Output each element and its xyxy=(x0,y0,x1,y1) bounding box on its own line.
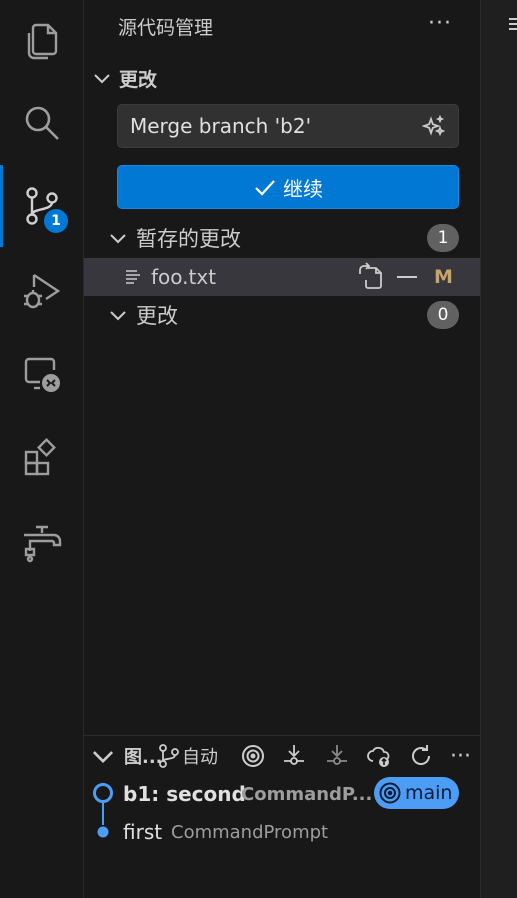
continue-label: 继续 xyxy=(283,176,323,201)
list-icon xyxy=(509,18,517,34)
staged-changes-group[interactable]: 暂存的更改 1 xyxy=(84,219,480,257)
text-file-icon xyxy=(126,270,140,284)
auto-label: 自动 xyxy=(182,747,218,768)
continue-button[interactable]: 继续 xyxy=(117,165,459,209)
branch-pill[interactable]: main xyxy=(374,777,459,809)
run-debug-icon xyxy=(23,274,60,309)
open-file-icon[interactable] xyxy=(356,262,386,292)
target-icon xyxy=(379,782,401,804)
graph-collapse-toggle[interactable]: 图... xyxy=(90,742,163,770)
commit-title: b1: second xyxy=(123,782,246,806)
source-control-badge: 1 xyxy=(42,207,70,235)
graph-push-button[interactable] xyxy=(366,742,392,770)
more-actions-button[interactable]: ··· xyxy=(426,13,454,42)
commit-title: first xyxy=(123,820,163,844)
commit-message-input[interactable]: Merge branch 'b2' xyxy=(117,104,459,148)
cloud-upload-icon xyxy=(367,746,390,767)
graph-fetch-button[interactable] xyxy=(281,742,307,770)
changes-label: 更改 xyxy=(136,304,178,328)
check-icon xyxy=(255,180,275,196)
panel-title: 源代码管理 xyxy=(118,17,214,39)
commit-message-text: Merge branch 'b2' xyxy=(130,114,312,138)
chevron-down-icon xyxy=(94,74,110,84)
branch-name: main xyxy=(405,782,453,804)
graph-refresh-button[interactable] xyxy=(408,742,434,770)
commit-author: CommandP... xyxy=(241,784,373,805)
activity-remote-explorer[interactable] xyxy=(0,333,83,415)
source-control-sidebar: 源代码管理 ··· 更改 Merge branch 'b2' 继续 暂存的更改 … xyxy=(84,0,480,898)
file-status-modified: M xyxy=(434,266,453,288)
staged-file-row[interactable]: foo.txt M xyxy=(84,258,480,296)
git-branch-icon xyxy=(159,744,179,768)
activity-bar: 1 xyxy=(0,0,84,898)
faucet-icon xyxy=(23,525,61,563)
graph-section-header: 图... 自动 ··· xyxy=(84,735,480,776)
editor-edge xyxy=(480,0,517,898)
graph-pull-button[interactable] xyxy=(324,742,350,770)
changes-count-badge: 0 xyxy=(427,301,459,329)
chevron-down-icon xyxy=(110,311,126,321)
remote-explorer-icon xyxy=(24,357,60,392)
unstage-icon[interactable] xyxy=(392,262,422,292)
sparkle-icon[interactable] xyxy=(422,115,446,139)
changes-group[interactable]: 更改 0 xyxy=(84,296,480,334)
graph-target-button[interactable] xyxy=(240,742,266,770)
commit-author: CommandPrompt xyxy=(171,822,329,843)
graph-auto-branch-button[interactable]: 自动 xyxy=(156,742,218,770)
graph-commit-row[interactable]: first CommandPrompt xyxy=(84,813,480,851)
activity-run-debug[interactable] xyxy=(0,250,83,332)
file-name: foo.txt xyxy=(151,265,217,289)
chevron-down-icon xyxy=(110,234,126,244)
chevron-down-icon xyxy=(92,751,114,764)
activity-tap[interactable] xyxy=(0,500,83,582)
changes-section-header[interactable]: 更改 xyxy=(84,63,480,93)
activity-search[interactable] xyxy=(0,82,83,164)
staged-changes-label: 暂存的更改 xyxy=(136,227,241,251)
files-icon xyxy=(27,23,57,60)
activity-source-control[interactable]: 1 xyxy=(0,165,83,247)
staged-count-badge: 1 xyxy=(427,224,459,252)
pull-icon xyxy=(327,745,347,765)
fetch-icon xyxy=(284,745,304,765)
extensions-icon xyxy=(24,438,56,476)
section-title: 更改 xyxy=(119,68,158,91)
activity-explorer[interactable] xyxy=(0,0,83,82)
activity-extensions[interactable] xyxy=(0,417,83,499)
target-icon xyxy=(242,745,264,767)
refresh-icon xyxy=(412,745,431,765)
graph-more-button[interactable]: ··· xyxy=(450,742,471,770)
search-icon xyxy=(25,106,59,140)
